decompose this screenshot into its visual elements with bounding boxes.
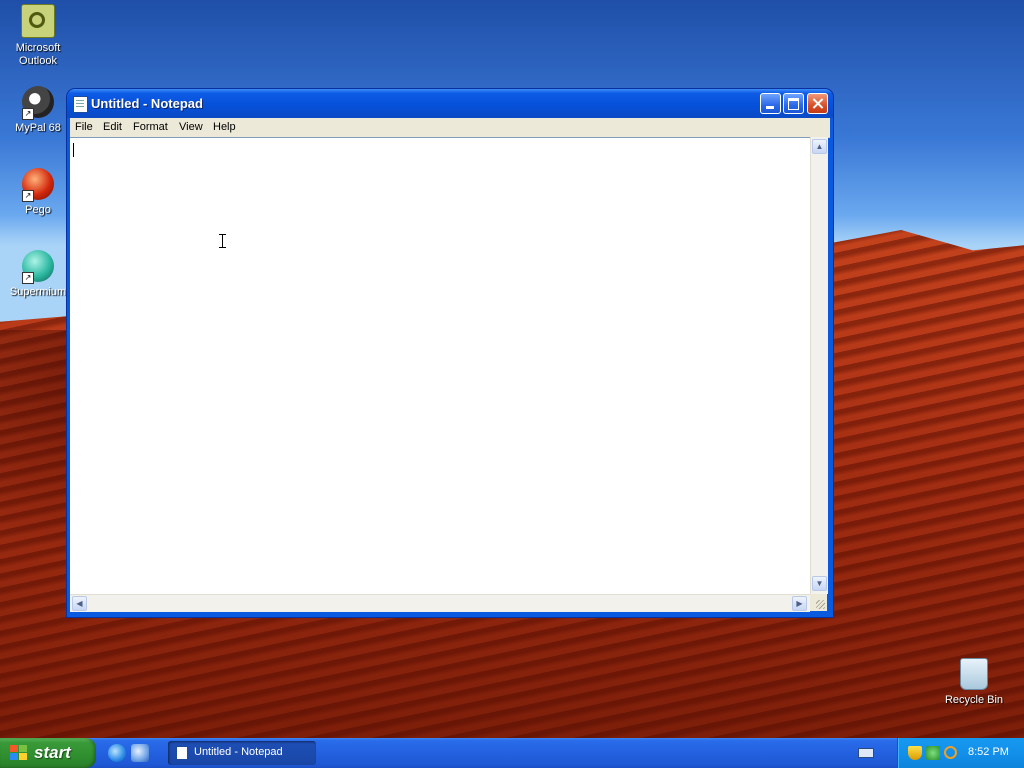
desktop-icon-label: Supermium bbox=[9, 286, 67, 298]
desktop-icon-label: Recycle Bin bbox=[944, 694, 1004, 706]
minimize-button[interactable] bbox=[760, 93, 781, 114]
supermium-icon: ↗ bbox=[22, 250, 54, 284]
ibeam-cursor-icon bbox=[219, 234, 226, 248]
desktop-icon-outlook[interactable]: Microsoft Outlook bbox=[0, 4, 76, 68]
menu-file[interactable]: File bbox=[75, 121, 93, 133]
system-tray: 8:52 PM bbox=[897, 738, 1024, 768]
desktop-icon-label: Pego bbox=[25, 204, 51, 216]
vertical-scrollbar[interactable]: ▲ ▼ bbox=[810, 137, 828, 594]
horizontal-scrollbar[interactable]: ◀ ▶ bbox=[70, 594, 810, 612]
notepad-icon bbox=[176, 746, 188, 760]
shortcut-arrow-icon: ↗ bbox=[22, 272, 34, 284]
maximize-button[interactable] bbox=[783, 93, 804, 114]
pego-icon: ↗ bbox=[22, 168, 54, 202]
keyboard-icon[interactable] bbox=[858, 748, 874, 758]
mypal-icon: ↗ bbox=[22, 86, 54, 120]
text-editor[interactable] bbox=[70, 137, 810, 595]
desktop-icon-recycle-bin[interactable]: Recycle Bin bbox=[936, 658, 1012, 707]
recycle-bin-icon bbox=[960, 658, 988, 690]
scroll-down-button[interactable]: ▼ bbox=[812, 576, 827, 591]
title-bar[interactable]: Untitled - Notepad bbox=[67, 89, 833, 118]
scroll-right-button[interactable]: ▶ bbox=[792, 596, 807, 611]
menu-help[interactable]: Help bbox=[213, 121, 236, 133]
network-icon[interactable] bbox=[926, 746, 940, 760]
scroll-left-button[interactable]: ◀ bbox=[72, 596, 87, 611]
taskbar-button-label: Untitled - Notepad bbox=[194, 746, 283, 758]
notepad-icon[interactable] bbox=[73, 96, 88, 113]
menu-format[interactable]: Format bbox=[133, 121, 168, 133]
desktop-icon-mypal[interactable]: ↗ MyPal 68 bbox=[0, 86, 76, 135]
desktop-icon-supermium[interactable]: ↗ Supermium bbox=[0, 250, 76, 299]
clock[interactable]: 8:52 PM bbox=[968, 746, 1009, 758]
outlook-icon bbox=[21, 4, 55, 38]
menu-bar: File Edit Format View Help bbox=[70, 118, 830, 138]
menu-view[interactable]: View bbox=[179, 121, 203, 133]
scroll-up-button[interactable]: ▲ bbox=[812, 139, 827, 154]
taskbar-button-notepad[interactable]: Untitled - Notepad bbox=[168, 741, 316, 765]
security-shield-icon[interactable] bbox=[908, 746, 922, 760]
desktop-icon-pego[interactable]: ↗ Pego bbox=[0, 168, 76, 217]
internet-explorer-icon[interactable] bbox=[108, 744, 126, 762]
taskbar: start Untitled - Notepad 8:52 PM bbox=[0, 738, 1024, 768]
text-caret bbox=[73, 143, 74, 157]
desktop-icon-label: MyPal 68 bbox=[15, 122, 61, 134]
shortcut-arrow-icon: ↗ bbox=[22, 190, 34, 202]
search-icon[interactable] bbox=[944, 746, 957, 759]
show-desktop-icon[interactable] bbox=[131, 744, 149, 762]
close-button[interactable] bbox=[807, 93, 828, 114]
size-grip[interactable] bbox=[810, 594, 827, 611]
windows-logo-icon bbox=[10, 745, 28, 762]
notepad-window: Untitled - Notepad File Edit Format View… bbox=[67, 89, 833, 617]
start-button[interactable]: start bbox=[0, 738, 96, 768]
shortcut-arrow-icon: ↗ bbox=[22, 108, 34, 120]
menu-edit[interactable]: Edit bbox=[103, 121, 122, 133]
start-label: start bbox=[34, 743, 71, 762]
desktop-icon-label: Microsoft Outlook bbox=[15, 42, 61, 67]
window-title: Untitled - Notepad bbox=[91, 96, 203, 111]
